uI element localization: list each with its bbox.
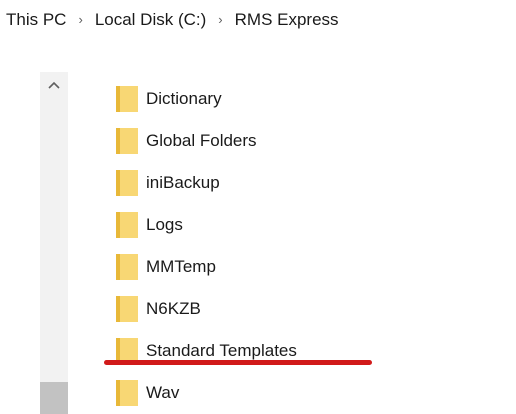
folder-name: N6KZB <box>146 299 201 318</box>
breadcrumb-this-pc[interactable]: This PC <box>6 10 66 30</box>
folder-icon <box>116 254 138 280</box>
folder-icon <box>116 128 138 154</box>
breadcrumb-rms-express[interactable]: RMS Express <box>235 10 339 30</box>
folder-name: Logs <box>146 215 183 234</box>
scroll-up-button[interactable] <box>40 72 68 98</box>
list-item-wav[interactable]: Wav <box>116 372 496 414</box>
list-item-global-folders[interactable]: Global Folders <box>116 120 496 162</box>
chevron-right-icon[interactable]: › <box>218 12 222 27</box>
folder-icon <box>116 212 138 238</box>
list-item-mmtemp[interactable]: MMTemp <box>116 246 496 288</box>
chevron-right-icon[interactable]: › <box>78 12 82 27</box>
list-item-logs[interactable]: Logs <box>116 204 496 246</box>
breadcrumb-local-disk[interactable]: Local Disk (C:) <box>95 10 206 30</box>
folder-name: Standard Templates <box>146 341 297 360</box>
chevron-up-icon <box>48 81 60 89</box>
folder-icon <box>116 86 138 112</box>
scrollbar-thumb[interactable] <box>40 382 68 414</box>
red-underline-annotation <box>104 360 372 365</box>
breadcrumb: This PC › Local Disk (C:) › RMS Express <box>0 0 516 40</box>
folder-name: Wav <box>146 383 180 402</box>
list-item-dictionary[interactable]: Dictionary <box>116 78 496 120</box>
folder-icon <box>116 380 138 406</box>
folder-name: Dictionary <box>146 89 222 108</box>
folder-icon <box>116 170 138 196</box>
list-item-standard-templates[interactable]: Standard Templates <box>116 330 496 372</box>
list-item-inibackup[interactable]: iniBackup <box>116 162 496 204</box>
folder-name: Global Folders <box>146 131 257 150</box>
folder-name: MMTemp <box>146 257 216 276</box>
vertical-scrollbar[interactable] <box>40 72 68 414</box>
folder-name: iniBackup <box>146 173 220 192</box>
folder-icon <box>116 296 138 322</box>
list-item-n6kzb[interactable]: N6KZB <box>116 288 496 330</box>
